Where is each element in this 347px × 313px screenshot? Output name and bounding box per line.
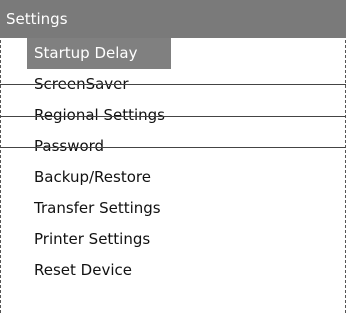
menu-item-label: Regional Settings	[34, 106, 166, 124]
menu-item-startup-delay[interactable]: Startup Delay	[0, 38, 346, 69]
menu-item-printer-settings[interactable]: Printer Settings	[0, 224, 346, 255]
menu-item-backup-restore[interactable]: Backup/Restore	[0, 162, 346, 193]
window-title: Settings	[6, 10, 68, 28]
divider	[0, 147, 346, 148]
menu-item-label: Reset Device	[34, 261, 132, 279]
menu-item-label: Backup/Restore	[34, 168, 151, 186]
menu-item-label: Printer Settings	[34, 230, 151, 248]
menu-item-label: Password	[34, 137, 105, 155]
menu-item-label: Transfer Settings	[34, 199, 161, 217]
menu-item-transfer-settings[interactable]: Transfer Settings	[0, 193, 346, 224]
menu-item-reset-device[interactable]: Reset Device	[0, 255, 346, 286]
menu-item-label: Startup Delay	[34, 44, 138, 62]
title-bar: Settings	[0, 0, 346, 38]
settings-menu: Startup Delay ScreenSaver Regional Setti…	[0, 38, 346, 286]
divider	[0, 84, 346, 85]
divider	[0, 116, 346, 117]
